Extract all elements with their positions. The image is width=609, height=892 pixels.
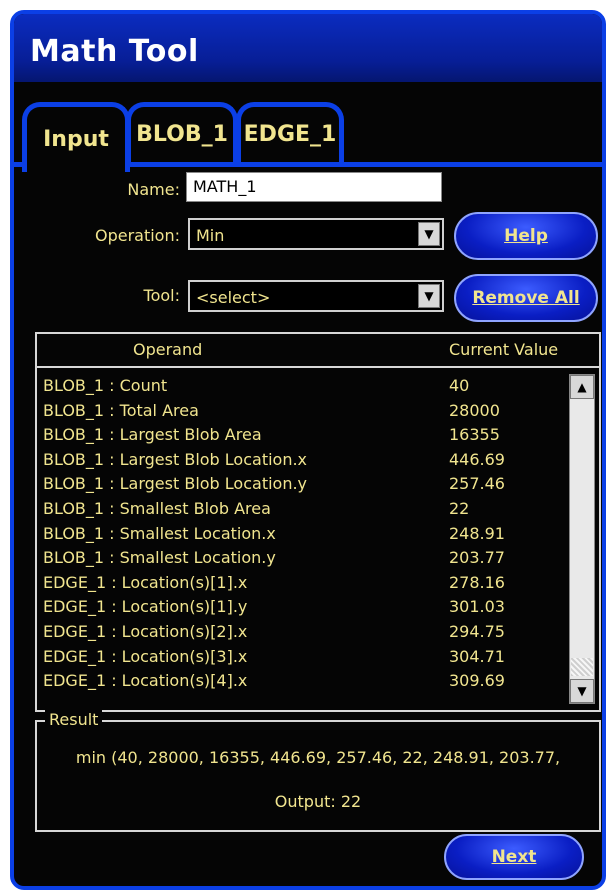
tool-value: <select> — [196, 288, 271, 307]
operation-label: Operation: — [94, 226, 180, 245]
math-tool-window: Math Tool Input BLOB_1 EDGE_1 Name: MATH… — [10, 10, 606, 890]
operand-list[interactable]: Operand Current Value BLOB_1 : Count 40 BL… — [35, 332, 601, 712]
operand-value: 248.91 — [449, 523, 505, 543]
tab-blob-1[interactable]: BLOB_1 — [126, 102, 238, 162]
operand-rows: BLOB_1 : Count 40 BLOB_1 : Total Area 28000… — [39, 374, 569, 694]
operand-name: BLOB_1 : Smallest Location.x — [43, 523, 276, 543]
tool-label: Tool: — [143, 286, 180, 305]
list-header: Operand Current Value — [37, 334, 599, 368]
operand-value: 16355 — [449, 425, 500, 445]
tab-edge-1[interactable]: EDGE_1 — [236, 102, 344, 162]
operand-name: EDGE_1 : Location(s)[1].x — [43, 572, 248, 592]
operand-column-header: Operand — [133, 340, 203, 359]
list-item[interactable]: BLOB_1 : Total Area 28000 — [39, 399, 569, 424]
operand-name: EDGE_1 : Location(s)[2].x — [43, 621, 248, 641]
operand-value: 301.03 — [449, 597, 505, 617]
operand-value: 22 — [449, 498, 470, 518]
operand-value: 28000 — [449, 400, 500, 420]
list-item[interactable]: EDGE_1 : Location(s)[3].x 304.71 — [39, 645, 569, 670]
title-bar: Math Tool — [14, 14, 602, 82]
result-output: Output: 22 — [274, 792, 362, 811]
chevron-down-icon[interactable]: ▼ — [418, 284, 440, 308]
window-title: Math Tool — [30, 34, 199, 69]
operand-name: BLOB_1 : Smallest Blob Area — [43, 498, 271, 518]
result-group: Result min (40, 28000, 16355, 446.69, 25… — [35, 710, 601, 832]
operation-value: Min — [196, 226, 225, 245]
result-legend: Result — [45, 710, 103, 729]
tool-select[interactable]: <select> ▼ — [188, 280, 444, 312]
list-item[interactable]: EDGE_1 : Location(s)[1].y 301.03 — [39, 595, 569, 620]
chevron-down-icon[interactable]: ▼ — [418, 222, 440, 246]
operand-value: 203.77 — [449, 548, 505, 568]
list-item[interactable]: BLOB_1 : Count 40 — [39, 374, 569, 399]
operand-name: BLOB_1 : Total Area — [43, 400, 199, 420]
operand-name: EDGE_1 : Location(s)[3].x — [43, 646, 248, 666]
result-expression: min (40, 28000, 16355, 446.69, 257.46, 2… — [75, 748, 561, 767]
list-item[interactable]: EDGE_1 : Location(s)[2].x 294.75 — [39, 620, 569, 645]
list-item[interactable]: BLOB_1 : Smallest Location.x 248.91 — [39, 522, 569, 547]
scrollbar-thumb[interactable] — [571, 658, 593, 676]
operand-name: BLOB_1 : Largest Blob Location.y — [43, 474, 308, 494]
list-item[interactable]: BLOB_1 : Smallest Blob Area 22 — [39, 497, 569, 522]
operand-name: BLOB_1 : Largest Blob Location.x — [43, 449, 308, 469]
operand-name: BLOB_1 : Count — [43, 376, 168, 395]
operand-value: 40 — [449, 376, 470, 395]
list-item[interactable]: EDGE_1 : Location(s)[1].x 278.16 — [39, 571, 569, 596]
remove-all-button[interactable]: Remove All — [454, 274, 598, 322]
current-value-column-header: Current Value — [449, 340, 559, 359]
name-label: Name: — [127, 180, 180, 199]
list-item[interactable]: BLOB_1 : Largest Blob Area 16355 — [39, 423, 569, 448]
operand-value: 309.69 — [449, 671, 505, 691]
operand-value: 278.16 — [449, 572, 505, 592]
operand-name: EDGE_1 : Location(s)[4].x — [43, 671, 248, 691]
arrow-up-icon[interactable]: ▲ — [570, 375, 594, 399]
operand-name: BLOB_1 : Largest Blob Area — [43, 425, 262, 445]
operand-value: 304.71 — [449, 646, 505, 666]
next-button[interactable]: Next — [444, 834, 584, 880]
name-input[interactable]: MATH_1 — [186, 172, 442, 202]
list-item[interactable]: BLOB_1 : Largest Blob Location.x 446.69 — [39, 448, 569, 473]
operand-value: 257.46 — [449, 474, 505, 494]
list-item[interactable]: BLOB_1 : Largest Blob Location.y 257.46 — [39, 472, 569, 497]
list-item[interactable]: BLOB_1 : Smallest Location.y 203.77 — [39, 546, 569, 571]
operand-name: BLOB_1 : Smallest Location.y — [43, 548, 276, 568]
list-item[interactable]: EDGE_1 : Location(s)[4].x 309.69 — [39, 669, 569, 694]
operand-value: 294.75 — [449, 621, 505, 641]
arrow-down-icon[interactable]: ▼ — [570, 679, 594, 703]
operation-select[interactable]: Min ▼ — [188, 218, 444, 250]
operand-value: 446.69 — [449, 449, 505, 469]
operand-name: EDGE_1 : Location(s)[1].y — [43, 597, 248, 617]
tab-input[interactable]: Input — [22, 102, 130, 172]
vertical-scrollbar[interactable]: ▲ ▼ — [569, 374, 595, 704]
help-button[interactable]: Help — [454, 212, 598, 260]
